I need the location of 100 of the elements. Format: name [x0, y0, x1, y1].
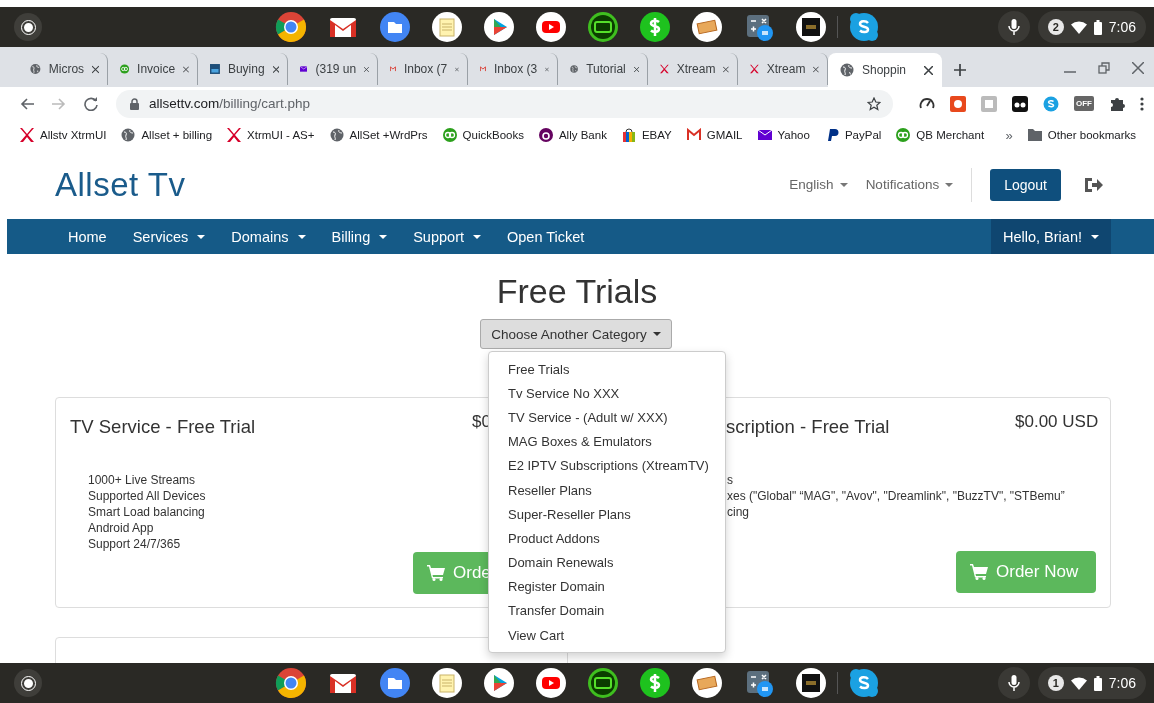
- feature-text: s: [727, 472, 733, 488]
- globe-icon: [840, 63, 854, 77]
- bookmark-link[interactable]: Yahoo: [757, 128, 810, 142]
- globe-icon: [121, 128, 136, 142]
- nav-link[interactable]: Open Ticket: [507, 228, 585, 245]
- restore-icon[interactable]: [1098, 62, 1110, 74]
- category-menu-item[interactable]: TV Service - (Adult w/ XXX): [489, 405, 725, 430]
- microphone-icon[interactable]: [997, 11, 1030, 43]
- category-menu-item[interactable]: Free Trials: [489, 357, 725, 382]
- close-icon[interactable]: [1132, 62, 1144, 74]
- video-icon[interactable]: [534, 11, 567, 43]
- bookmark-link[interactable]: QuickBooks: [442, 128, 524, 142]
- mail-m-icon: [686, 128, 701, 142]
- nav-link[interactable]: Support: [413, 228, 481, 245]
- category-dropdown-button[interactable]: Choose Another Category: [480, 319, 672, 349]
- x-logo-icon: [750, 62, 759, 76]
- launcher-icon[interactable]: [14, 669, 42, 697]
- sign-out-icon[interactable]: [1083, 176, 1103, 193]
- clock-time: 7:06: [1108, 19, 1136, 35]
- bookmark-link[interactable]: EBAY: [621, 128, 672, 142]
- menu-icon[interactable]: [1140, 96, 1144, 111]
- wifi-icon: [1070, 20, 1087, 34]
- browser-tab[interactable]: Buying: [198, 53, 288, 85]
- dollar-app-icon[interactable]: [638, 667, 671, 699]
- browser-tab[interactable]: Micros: [18, 53, 108, 85]
- notepad-icon[interactable]: [430, 667, 463, 699]
- new-tab-icon[interactable]: [954, 64, 966, 76]
- feature-text: xes ("Global" “MAG", "Avov", "Dreamlink", "BuzzTV", "STBemu”: [727, 488, 1065, 504]
- battery-icon: [1093, 675, 1102, 691]
- user-menu[interactable]: Hello, Brian!: [991, 219, 1111, 254]
- bookmark-link[interactable]: XtrmUI - AS+: [227, 128, 315, 142]
- puzzle-icon[interactable]: [1109, 95, 1125, 112]
- bookmark-link[interactable]: Allset + billing: [121, 128, 213, 142]
- shopping-bag-icon: [621, 128, 636, 142]
- browser-icon[interactable]: [274, 667, 307, 699]
- category-menu-item[interactable]: E2 IPTV Subscriptions (XtreamTV): [489, 453, 725, 478]
- microphone-icon[interactable]: [997, 667, 1030, 699]
- logout-button[interactable]: Logout: [990, 168, 1061, 201]
- product-title: scription - Free Trial: [726, 416, 890, 438]
- feature-text: Supported All Devices: [88, 488, 206, 504]
- category-menu-item[interactable]: Product Addons: [489, 526, 725, 551]
- x-logo-icon: [227, 128, 242, 142]
- browser-tab[interactable]: Xtream: [648, 53, 738, 85]
- close-icon[interactable]: [924, 65, 933, 75]
- nav-link[interactable]: Billing: [331, 228, 388, 245]
- notification-count: 1: [1047, 675, 1064, 691]
- close-icon[interactable]: [92, 64, 99, 74]
- clock-time: 7:06: [1108, 675, 1136, 691]
- ally-logo-icon: [538, 128, 553, 142]
- back-icon[interactable]: [20, 97, 34, 110]
- category-menu-item[interactable]: Reseller Plans: [489, 477, 725, 503]
- address-bar[interactable]: allsettv.com/billing/cart.php: [116, 89, 893, 118]
- bookmark-link[interactable]: PayPal: [824, 128, 882, 142]
- reload-icon[interactable]: [84, 96, 98, 111]
- extension-badge[interactable]: OFF: [1074, 96, 1094, 111]
- star-icon[interactable]: [867, 96, 881, 111]
- notepad-icon[interactable]: [430, 11, 463, 43]
- bookmark-link[interactable]: Allstv XtrmUI: [20, 128, 107, 142]
- browser-tab[interactable]: (319 un: [288, 53, 378, 85]
- product-price: $0.00 USD: [1015, 412, 1100, 432]
- bookmark-link[interactable]: GMAIL: [686, 128, 743, 142]
- bookmarks-overflow[interactable]: »: [1005, 127, 1013, 143]
- category-menu-item[interactable]: Super-Reseller Plans: [489, 502, 725, 527]
- browser-tab[interactable]: Shoppin: [828, 53, 942, 87]
- site-logo[interactable]: Allset Tv: [55, 165, 186, 204]
- language-menu[interactable]: English: [789, 177, 848, 192]
- folder-icon: [1027, 129, 1042, 141]
- status-tray[interactable]: 1 7:06: [1037, 667, 1146, 699]
- notifications-menu[interactable]: Notifications: [865, 177, 954, 192]
- globe-icon: [329, 128, 344, 142]
- launcher-icon[interactable]: [14, 13, 42, 41]
- nav-link[interactable]: Domains: [231, 228, 306, 245]
- nav-link[interactable]: Services: [132, 228, 206, 245]
- chat-app-icon[interactable]: [847, 11, 880, 43]
- bookmark-link[interactable]: Ally Bank: [538, 128, 607, 142]
- bookmark-link[interactable]: QB Merchant: [896, 128, 985, 142]
- browser-tab[interactable]: Invoice: [108, 53, 198, 85]
- browser-tab[interactable]: Tutorial: [558, 53, 648, 85]
- browser-tab[interactable]: Inbox (7: [378, 53, 468, 85]
- video-icon[interactable]: [534, 667, 567, 699]
- status-tray[interactable]: 2 7:06: [1037, 11, 1146, 43]
- nav-link[interactable]: Home: [68, 228, 107, 245]
- folder-icon[interactable]: [378, 667, 411, 699]
- category-menu-item[interactable]: View Cart: [489, 623, 725, 648]
- other-bookmarks-folder[interactable]: Other bookmarks: [1027, 129, 1136, 141]
- browser-tab[interactable]: Inbox (3: [468, 53, 558, 85]
- chat-app-icon[interactable]: [847, 667, 880, 699]
- product-title: TV Service - Free Trial: [70, 416, 256, 438]
- category-menu-item[interactable]: MAG Boxes & Emulators: [489, 429, 725, 454]
- bookmark-link[interactable]: AllSet +WrdPrs: [329, 128, 428, 142]
- close-icon[interactable]: [272, 64, 279, 74]
- cart-icon: [970, 564, 988, 580]
- category-menu-item[interactable]: Tv Service No XXX: [489, 381, 725, 406]
- extension-icon[interactable]: [1012, 95, 1028, 112]
- dollar-app-icon[interactable]: [638, 11, 671, 43]
- browser-icon[interactable]: [274, 11, 307, 43]
- category-menu-item[interactable]: Transfer Domain: [489, 598, 725, 624]
- folder-icon[interactable]: [378, 11, 411, 43]
- close-icon[interactable]: [633, 64, 639, 74]
- globe-icon: [570, 62, 579, 76]
